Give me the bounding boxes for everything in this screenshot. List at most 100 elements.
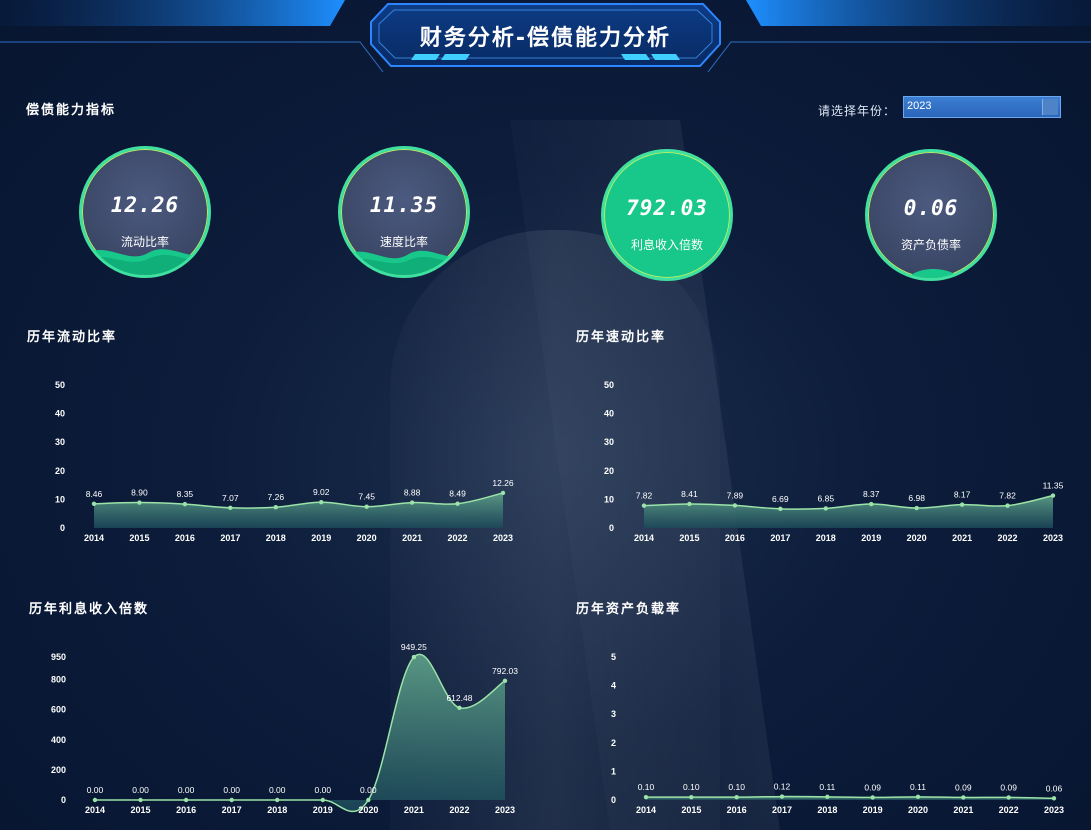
debt-ratio-ytick: 2 bbox=[611, 738, 616, 748]
interest-coverage-point bbox=[92, 797, 98, 803]
interest-coverage-data-label: 0.00 bbox=[87, 785, 104, 795]
current-ratio-xtick: 2019 bbox=[311, 533, 331, 543]
interest-coverage-xtick: 2023 bbox=[495, 805, 515, 815]
interest-coverage-point bbox=[457, 705, 462, 711]
quick-ratio-xtick: 2017 bbox=[770, 533, 790, 543]
interest-coverage-point bbox=[138, 797, 143, 803]
interest-coverage-ytick: 200 bbox=[51, 765, 66, 775]
quick-ratio-xtick: 2014 bbox=[634, 533, 654, 543]
debt-ratio-point bbox=[870, 795, 875, 800]
current-ratio-point bbox=[273, 505, 278, 510]
interest-coverage-data-label: 0.00 bbox=[315, 785, 332, 795]
current-ratio-point bbox=[228, 505, 233, 510]
quick-ratio-data-label: 8.17 bbox=[954, 490, 971, 500]
quick-ratio-ytick: 30 bbox=[604, 437, 614, 447]
quick-ratio-point bbox=[914, 505, 919, 511]
quick-ratio-ytick: 0 bbox=[609, 523, 614, 533]
current-ratio-xtick: 2020 bbox=[357, 533, 377, 543]
current-ratio-xtick: 2023 bbox=[493, 533, 513, 543]
current-ratio-data-label: 9.02 bbox=[313, 487, 330, 497]
debt-ratio-point bbox=[1051, 796, 1057, 801]
interest-coverage-ytick: 0 bbox=[61, 795, 66, 805]
quick-ratio-data-label: 7.82 bbox=[636, 491, 653, 501]
quick-ratio-ytick: 40 bbox=[604, 409, 614, 419]
debt-ratio-xtick: 2020 bbox=[908, 805, 928, 815]
debt-ratio-xtick: 2021 bbox=[953, 805, 973, 815]
interest-coverage-data-label: 0.00 bbox=[360, 785, 377, 795]
current-ratio-ytick: 20 bbox=[55, 466, 65, 476]
interest-coverage-ytick: 800 bbox=[51, 675, 66, 685]
quick-ratio-point bbox=[823, 506, 828, 511]
debt-ratio-point bbox=[779, 794, 785, 799]
debt-ratio-data-label: 0.09 bbox=[1000, 782, 1017, 792]
current-ratio-point bbox=[409, 500, 415, 505]
quick-ratio-ytick: 50 bbox=[604, 380, 614, 390]
quick-ratio-data-label: 6.98 bbox=[908, 493, 925, 503]
interest-coverage-xtick: 2017 bbox=[222, 805, 242, 815]
interest-coverage-xtick: 2018 bbox=[267, 805, 287, 815]
debt-ratio-xtick: 2019 bbox=[863, 805, 883, 815]
interest-coverage-area bbox=[95, 654, 505, 812]
current-ratio-point bbox=[91, 501, 97, 507]
current-ratio-xtick: 2017 bbox=[220, 533, 240, 543]
quick-ratio-point bbox=[641, 503, 647, 508]
quick-ratio-point bbox=[778, 506, 783, 512]
current-ratio-point bbox=[319, 500, 324, 505]
debt-ratio-data-label: 0.09 bbox=[955, 782, 972, 792]
debt-ratio-data-label: 0.10 bbox=[728, 782, 745, 792]
interest-coverage-point bbox=[502, 678, 508, 683]
debt-ratio-data-label: 0.11 bbox=[910, 782, 926, 792]
current-ratio-data-label: 12.26 bbox=[492, 478, 514, 488]
debt-ratio-point bbox=[643, 794, 649, 800]
quick-ratio-area bbox=[644, 495, 1053, 528]
interest-coverage-data-label: 0.00 bbox=[132, 785, 149, 795]
quick-ratio-point bbox=[1050, 493, 1056, 498]
debt-ratio-ytick: 5 bbox=[611, 652, 616, 662]
debt-ratio-ytick: 3 bbox=[611, 709, 616, 719]
interest-coverage-xtick: 2019 bbox=[313, 805, 333, 815]
current-ratio-xtick: 2016 bbox=[175, 533, 195, 543]
interest-coverage-data-label: 792.03 bbox=[492, 666, 518, 676]
interest-coverage-point bbox=[320, 797, 325, 803]
debt-ratio-xtick: 2018 bbox=[817, 805, 837, 815]
current-ratio-ytick: 30 bbox=[55, 437, 65, 447]
quick-ratio-point bbox=[959, 502, 965, 507]
interest-coverage-point bbox=[229, 797, 234, 803]
current-ratio-point bbox=[364, 504, 369, 509]
debt-ratio-ytick: 4 bbox=[611, 681, 616, 691]
quick-ratio-data-label: 7.89 bbox=[727, 490, 744, 500]
quick-ratio-point bbox=[732, 503, 738, 508]
current-ratio-xtick: 2014 bbox=[84, 533, 104, 543]
quick-ratio-data-label: 8.41 bbox=[681, 489, 698, 499]
current-ratio-data-label: 8.46 bbox=[86, 489, 103, 499]
current-ratio-ytick: 10 bbox=[55, 494, 65, 504]
current-ratio-data-label: 8.49 bbox=[449, 489, 466, 499]
current-ratio-data-label: 7.26 bbox=[268, 492, 285, 502]
interest-coverage-ytick: 950 bbox=[51, 652, 66, 662]
interest-coverage-data-label: 0.00 bbox=[178, 785, 195, 795]
quick-ratio-data-label: 8.37 bbox=[863, 489, 880, 499]
current-ratio-chart: 010203040508.4620148.9020158.3520167.072… bbox=[51, 380, 1064, 815]
current-ratio-ytick: 40 bbox=[55, 409, 65, 419]
debt-ratio-data-label: 0.11 bbox=[819, 782, 835, 792]
current-ratio-data-label: 7.45 bbox=[358, 492, 375, 502]
quick-ratio-data-label: 7.82 bbox=[999, 491, 1016, 501]
quick-ratio-point bbox=[1005, 503, 1010, 508]
interest-coverage-point bbox=[183, 797, 189, 803]
quick-ratio-ytick: 20 bbox=[604, 466, 614, 476]
current-ratio-ytick: 0 bbox=[60, 523, 65, 533]
debt-ratio-data-label: 0.12 bbox=[774, 782, 791, 792]
debt-ratio-xtick: 2017 bbox=[772, 805, 792, 815]
quick-ratio-point bbox=[869, 501, 874, 507]
debt-ratio-point bbox=[915, 794, 921, 800]
interest-coverage-xtick: 2022 bbox=[449, 805, 469, 815]
debt-ratio-data-label: 0.10 bbox=[683, 782, 700, 792]
interest-coverage-point bbox=[275, 797, 280, 803]
current-ratio-data-label: 7.07 bbox=[222, 493, 239, 503]
quick-ratio-point bbox=[687, 501, 692, 507]
debt-ratio-xtick: 2014 bbox=[636, 805, 656, 815]
debt-ratio-point bbox=[825, 794, 830, 800]
current-ratio-point bbox=[182, 501, 188, 507]
interest-coverage-xtick: 2020 bbox=[358, 805, 378, 815]
quick-ratio-xtick: 2020 bbox=[907, 533, 927, 543]
